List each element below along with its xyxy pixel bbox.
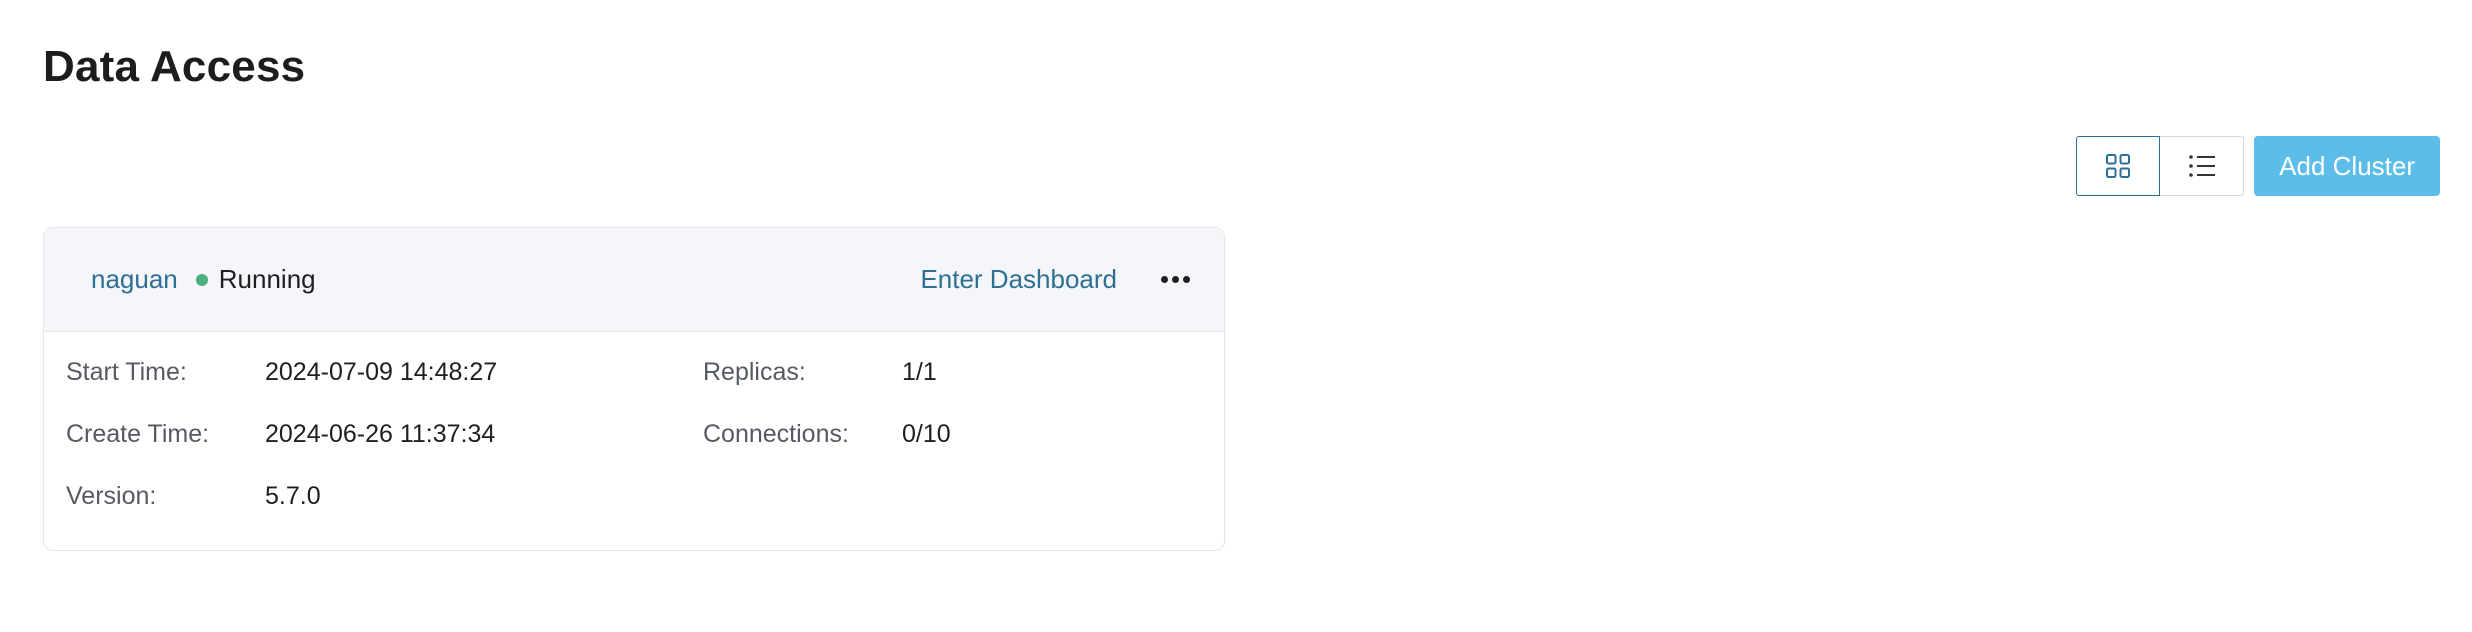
more-horizontal-icon xyxy=(1161,276,1168,283)
view-toggle xyxy=(2076,136,2245,196)
start-time-field: Start Time: 2024-07-09 14:48:27 xyxy=(66,358,498,386)
connections-label: Connections xyxy=(703,420,842,448)
cluster-name-link[interactable]: naguan xyxy=(91,264,178,295)
connections-value: 0/10 xyxy=(902,420,951,448)
replicas-field: Replicas: 1/1 xyxy=(703,358,937,386)
list-icon xyxy=(2188,155,2215,177)
start-time-label: Start Time xyxy=(66,358,180,386)
status-badge: Running xyxy=(195,264,316,295)
version-value: 5.7.0 xyxy=(265,482,321,510)
status-text: Running xyxy=(218,264,316,294)
replicas-value: 1/1 xyxy=(902,358,937,386)
version-label: Version xyxy=(66,482,150,510)
cluster-card-body: Start Time: 2024-07-09 14:48:27 Create T… xyxy=(44,332,1224,550)
version-field: Version: 5.7.0 xyxy=(66,482,321,510)
start-time-value: 2024-07-09 14:48:27 xyxy=(265,358,498,386)
status-dot-icon xyxy=(195,273,208,286)
create-time-value: 2024-06-26 11:37:34 xyxy=(265,420,496,448)
page-title: Data Access xyxy=(43,42,306,91)
more-options-button[interactable] xyxy=(1161,265,1190,295)
create-time-field: Create Time: 2024-06-26 11:37:34 xyxy=(66,420,496,448)
grid-view-button[interactable] xyxy=(2076,136,2161,196)
connections-field: Connections: 0/10 xyxy=(703,420,951,448)
cluster-card: naguan Running Enter Dashboard Start Tim… xyxy=(43,227,1225,551)
create-time-label: Create Time xyxy=(66,420,203,448)
cluster-card-header: naguan Running Enter Dashboard xyxy=(44,228,1224,332)
toolbar: Add Cluster xyxy=(2076,136,2440,196)
list-view-button[interactable] xyxy=(2160,136,2245,196)
grid-icon xyxy=(2106,154,2131,178)
enter-dashboard-link[interactable]: Enter Dashboard xyxy=(920,264,1117,295)
add-cluster-button[interactable]: Add Cluster xyxy=(2254,136,2440,196)
replicas-label: Replicas xyxy=(703,358,799,386)
